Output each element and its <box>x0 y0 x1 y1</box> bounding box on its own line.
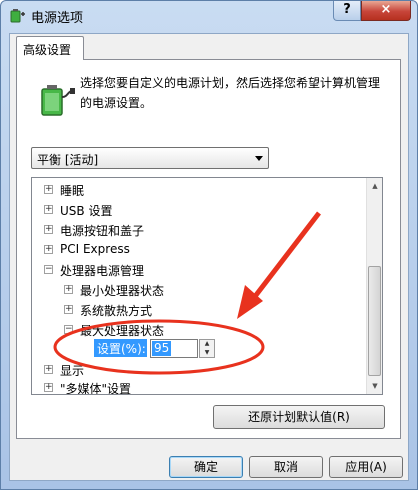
tree-item-label: 最小处理器状态 <box>80 284 165 298</box>
tree-item-label: 处理器电源管理 <box>60 264 145 278</box>
power-plan-select[interactable]: 平衡 [活动] <box>31 147 269 169</box>
setting-percent-label: 设置(%): <box>94 339 147 357</box>
description-text: 选择您要自定义的电源计划，然后选择您希望计算机管理的电源设置。 <box>80 76 381 110</box>
scroll-up-icon[interactable]: ▲ <box>367 178 382 194</box>
power-plan-value: 平衡 [活动] <box>37 153 99 167</box>
tree-item-label: 最大处理器状态 <box>80 324 165 338</box>
tree-item-label: "多媒体"设置 <box>60 382 132 395</box>
chevron-down-icon[interactable] <box>255 156 263 161</box>
tree-item-label: 系统散热方式 <box>80 304 153 318</box>
battery-plug-icon <box>10 9 25 23</box>
window-title: 电源选项 <box>31 11 84 26</box>
tree-item-label: PCI Express <box>60 242 130 256</box>
spin-arrows-icon[interactable]: ▲ ▼ <box>199 339 215 358</box>
expand-icon[interactable]: + <box>44 205 53 214</box>
setting-percent-input[interactable]: 95 <box>150 339 198 358</box>
tree-item-label: 睡眠 <box>60 184 85 198</box>
tree-item-label: 电源按钮和盖子 <box>60 224 145 238</box>
battery-plug-icon <box>41 85 75 116</box>
collapse-icon[interactable]: − <box>44 265 53 274</box>
collapse-icon[interactable]: − <box>64 325 73 334</box>
expand-icon[interactable]: + <box>44 245 53 254</box>
tree-item-label: 显示 <box>60 364 85 378</box>
expand-icon[interactable]: + <box>44 383 53 392</box>
help-button[interactable]: ? <box>333 1 361 21</box>
cancel-button[interactable]: 取消 <box>249 456 323 478</box>
tree-scrollbar[interactable]: ▲ ▼ <box>366 178 382 394</box>
tab-advanced-settings[interactable]: 高级设置 <box>16 36 84 60</box>
expand-icon[interactable]: + <box>44 225 53 234</box>
expand-icon[interactable]: + <box>44 365 53 374</box>
spin-up-icon[interactable]: ▲ <box>200 340 214 348</box>
tree-item-label: USB 设置 <box>60 204 113 218</box>
scrollbar-thumb[interactable] <box>368 266 381 376</box>
expand-icon[interactable]: + <box>64 285 73 294</box>
setting-percent-value: 95 <box>152 341 172 356</box>
spin-down-icon[interactable]: ▼ <box>200 349 214 357</box>
settings-tree[interactable]: + 睡眠 + USB 设置 + 电源按钮和盖子 + PCI Express − … <box>31 177 383 395</box>
restore-defaults-button[interactable]: 还原计划默认值(R) <box>213 405 385 429</box>
expand-icon[interactable]: + <box>64 305 73 314</box>
close-button[interactable]: × <box>361 1 411 21</box>
scroll-down-icon[interactable]: ▼ <box>367 378 382 394</box>
power-options-window: 电源选项 ? × 高级设置 选择您要自定义的电源计划，然后选择您希望计算机管理的… <box>0 0 418 490</box>
ok-button[interactable]: 确定 <box>169 456 243 478</box>
expand-icon[interactable]: + <box>44 185 53 194</box>
apply-button[interactable]: 应用(A) <box>329 456 403 478</box>
